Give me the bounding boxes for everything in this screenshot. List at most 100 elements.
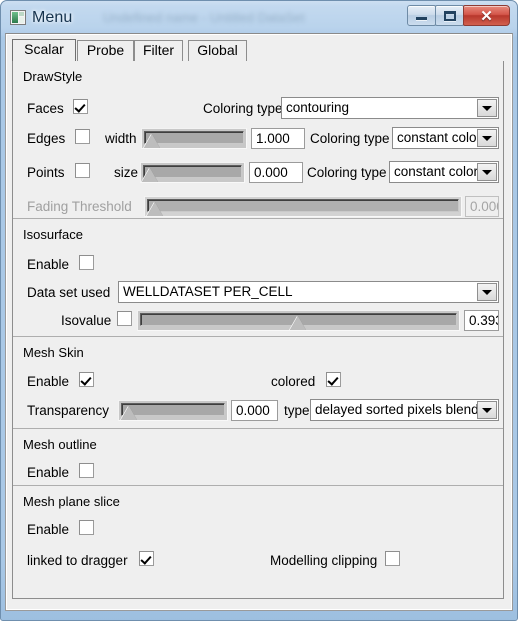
slider-thumb[interactable] bbox=[147, 202, 163, 216]
faces-checkbox[interactable] bbox=[73, 99, 88, 114]
fading-threshold-value: 0.000 bbox=[465, 196, 499, 217]
group-mesh-plane-slice-title: Mesh plane slice bbox=[23, 494, 120, 509]
points-label: Points bbox=[27, 165, 65, 180]
minimize-icon bbox=[408, 6, 435, 25]
points-size-label: size bbox=[114, 165, 139, 180]
fading-threshold-slider[interactable] bbox=[144, 196, 462, 217]
group-mesh-outline: Mesh outline Enable bbox=[13, 429, 503, 486]
transparency-value[interactable]: 0.000 bbox=[231, 400, 278, 421]
modelling-clipping-label: Modelling clipping bbox=[270, 553, 378, 568]
points-coloring-combo[interactable]: constant color bbox=[389, 161, 499, 183]
group-isosurface-title: Isosurface bbox=[23, 227, 83, 242]
points-coloring-value: constant color bbox=[394, 164, 479, 179]
slider-thumb[interactable] bbox=[142, 168, 158, 182]
row-faces: Faces Coloring type contouring bbox=[13, 97, 503, 121]
mesh-plane-slice-enable-label: Enable bbox=[27, 522, 70, 537]
chevron-down-icon[interactable] bbox=[477, 129, 497, 147]
title-bar[interactable]: Menu Undefined name - Untitled DataSet ✕ bbox=[5, 4, 513, 33]
settings-panel: DrawStyle Faces Coloring type contouring… bbox=[12, 61, 504, 599]
isosurface-enable-label: Enable bbox=[27, 257, 70, 272]
tab-scalar-label: Scalar bbox=[24, 41, 64, 57]
mesh-plane-slice-enable-checkbox[interactable] bbox=[79, 520, 94, 535]
points-coloring-label: Coloring type bbox=[307, 165, 387, 180]
tab-filter-label: Filter bbox=[142, 42, 175, 58]
row-mesh-outline-enable: Enable bbox=[13, 462, 503, 484]
app-window-icon bbox=[10, 10, 26, 25]
points-size-slider[interactable] bbox=[140, 162, 245, 183]
isovalue-slider[interactable] bbox=[137, 310, 460, 331]
faces-coloring-value: contouring bbox=[286, 100, 350, 115]
edges-coloring-combo[interactable]: constant color bbox=[392, 127, 499, 149]
group-mesh-outline-title: Mesh outline bbox=[23, 437, 97, 452]
group-mesh-plane-slice: Mesh plane slice Enable linked to dragge… bbox=[13, 486, 503, 596]
faces-label: Faces bbox=[27, 101, 64, 116]
window-controls: ✕ bbox=[407, 5, 510, 27]
faces-coloring-combo[interactable]: contouring bbox=[281, 97, 499, 119]
slider-thumb[interactable] bbox=[290, 316, 306, 330]
row-isovalue: Isovalue 0.393 bbox=[13, 309, 503, 333]
transparency-slider[interactable] bbox=[118, 400, 228, 421]
mesh-skin-colored-checkbox[interactable] bbox=[326, 372, 341, 387]
slider-groove bbox=[147, 199, 459, 212]
edges-width-value[interactable]: 1.000 bbox=[251, 128, 305, 149]
tab-probe[interactable]: Probe bbox=[77, 40, 134, 61]
dataset-value: WELLDATASET PER_CELL bbox=[123, 284, 293, 299]
edges-coloring-value: constant color bbox=[397, 130, 482, 145]
points-size-value[interactable]: 0.000 bbox=[249, 162, 303, 183]
mesh-skin-type-label: type bbox=[284, 403, 310, 418]
edges-coloring-label: Coloring type bbox=[310, 131, 390, 146]
group-drawstyle-title: DrawStyle bbox=[23, 69, 83, 84]
dataset-combo[interactable]: WELLDATASET PER_CELL bbox=[118, 281, 499, 303]
slider-thumb[interactable] bbox=[121, 406, 137, 420]
linked-to-dragger-checkbox[interactable] bbox=[139, 551, 154, 566]
chevron-down-icon[interactable] bbox=[477, 163, 497, 181]
maximize-button[interactable] bbox=[435, 5, 464, 26]
group-mesh-skin: Mesh Skin Enable colored Transparency 0.… bbox=[13, 337, 503, 429]
points-checkbox[interactable] bbox=[75, 163, 90, 178]
close-button[interactable]: ✕ bbox=[463, 5, 510, 26]
tab-global[interactable]: Global bbox=[188, 40, 247, 61]
chevron-down-icon[interactable] bbox=[477, 401, 497, 419]
mesh-skin-enable-checkbox[interactable] bbox=[79, 372, 94, 387]
group-isosurface: Isosurface Enable Data set used WELLDATA… bbox=[13, 219, 503, 337]
row-points: Points size 0.000 Coloring type constant… bbox=[13, 161, 503, 185]
row-linked-dragger: linked to dragger Modelling clipping bbox=[13, 550, 503, 572]
edges-checkbox[interactable] bbox=[75, 129, 90, 144]
mesh-outline-enable-checkbox[interactable] bbox=[79, 463, 94, 478]
row-edges: Edges width 1.000 Coloring type constant… bbox=[13, 127, 503, 151]
faces-coloring-label: Coloring type bbox=[203, 101, 283, 116]
row-mesh-plane-slice-enable: Enable bbox=[13, 519, 503, 541]
slider-thumb[interactable] bbox=[144, 134, 160, 148]
group-drawstyle: DrawStyle Faces Coloring type contouring… bbox=[13, 61, 503, 219]
dataset-label: Data set used bbox=[27, 285, 111, 300]
isovalue-value[interactable]: 0.393 bbox=[464, 310, 499, 331]
mesh-skin-enable-label: Enable bbox=[27, 374, 70, 389]
row-transparency: Transparency 0.000 type delayed sorted p… bbox=[13, 399, 503, 423]
tab-probe-label: Probe bbox=[86, 42, 125, 58]
fading-threshold-label: Fading Threshold bbox=[27, 199, 132, 214]
tab-scalar[interactable]: Scalar bbox=[12, 39, 76, 61]
tab-filter[interactable]: Filter bbox=[134, 40, 183, 61]
isosurface-enable-checkbox[interactable] bbox=[79, 255, 94, 270]
minimize-button[interactable] bbox=[407, 5, 436, 26]
row-fading-threshold: Fading Threshold 0.000 bbox=[13, 195, 503, 219]
application-window: Menu Undefined name - Untitled DataSet ✕… bbox=[0, 0, 518, 621]
isovalue-checkbox[interactable] bbox=[117, 311, 132, 326]
modelling-clipping-checkbox[interactable] bbox=[385, 551, 400, 566]
tab-global-label: Global bbox=[197, 42, 238, 58]
mesh-skin-type-combo[interactable]: delayed sorted pixels blend bbox=[310, 399, 499, 421]
mesh-outline-enable-label: Enable bbox=[27, 465, 70, 480]
transparency-label: Transparency bbox=[27, 403, 110, 418]
row-isosurface-enable: Enable bbox=[13, 254, 503, 276]
chevron-down-icon[interactable] bbox=[477, 283, 497, 301]
mesh-skin-colored-label: colored bbox=[271, 374, 316, 389]
close-icon: ✕ bbox=[480, 7, 493, 25]
chevron-down-icon[interactable] bbox=[477, 99, 497, 117]
row-dataset: Data set used WELLDATASET PER_CELL bbox=[13, 281, 503, 305]
edges-width-slider[interactable] bbox=[141, 128, 247, 149]
isovalue-label: Isovalue bbox=[61, 313, 112, 328]
group-mesh-skin-title: Mesh Skin bbox=[23, 345, 84, 360]
client-area: Scalar Probe Filter Global DrawStyle Fac… bbox=[5, 33, 513, 611]
tab-strip: Scalar Probe Filter Global bbox=[12, 39, 512, 61]
mesh-skin-type-value: delayed sorted pixels blend bbox=[315, 402, 479, 417]
